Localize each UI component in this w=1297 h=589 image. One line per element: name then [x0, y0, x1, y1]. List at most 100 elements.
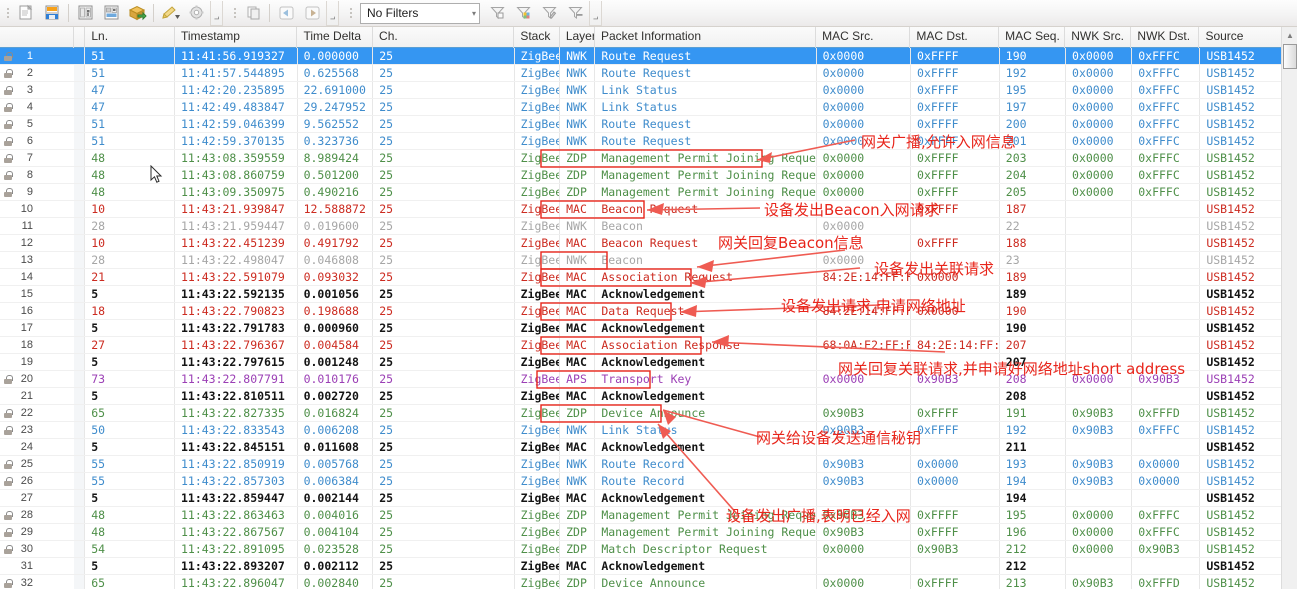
row-lock-cell[interactable]: 31 — [0, 558, 74, 574]
row-lock-cell[interactable]: 22 — [0, 405, 74, 421]
table-row[interactable]: 32 65 11:43:22.896047 0.002840 25 ZigBee ZDP De… — [0, 575, 1297, 589]
row-lock-cell[interactable]: 11 — [0, 218, 74, 234]
row-lock-cell[interactable]: 20 — [0, 371, 74, 387]
table-row[interactable]: 20 73 11:43:22.807791 0.010176 25 ZigBee APS Tr… — [0, 371, 1297, 388]
table-row[interactable]: 27 5 11:43:22.859447 0.002144 25 ZigBee MAC Ack… — [0, 490, 1297, 507]
column-header-mac-src[interactable]: MAC Src. — [816, 27, 911, 48]
row-lock-cell[interactable]: 7 — [0, 150, 74, 166]
table-row[interactable]: 16 18 11:43:22.790823 0.198688 25 ZigBee MAC Da… — [0, 303, 1297, 320]
table-row[interactable]: 1 51 11:41:56.919327 0.000000 25 ZigBee NWK Rou… — [0, 48, 1297, 65]
row-lock-cell[interactable]: 32 — [0, 575, 74, 589]
filter-locked-icon[interactable] — [484, 2, 510, 25]
row-lock-cell[interactable]: 9 — [0, 184, 74, 200]
table-row[interactable]: 22 65 11:43:22.827335 0.016824 25 ZigBee ZDP De… — [0, 405, 1297, 422]
table-row[interactable]: 2 51 11:41:57.544895 0.625568 25 ZigBee NWK Rou… — [0, 65, 1297, 82]
toolbar-overflow-button[interactable] — [210, 0, 223, 26]
table-row[interactable]: 15 5 11:43:22.592135 0.001056 25 ZigBee MAC Ack… — [0, 286, 1297, 303]
table-row[interactable]: 29 48 11:43:22.867567 0.004104 25 ZigBee ZDP Ma… — [0, 524, 1297, 541]
row-lock-cell[interactable]: 23 — [0, 422, 74, 438]
column-header-ln[interactable]: Ln. — [85, 27, 175, 48]
vertical-scrollbar[interactable]: ▲ — [1281, 27, 1297, 589]
column-header-lock[interactable] — [0, 27, 74, 48]
column-header-channel[interactable]: Ch. — [373, 27, 515, 48]
package-icon[interactable] — [124, 2, 150, 25]
column-header-nwk-src[interactable]: NWK Src. — [1065, 27, 1132, 48]
row-lock-cell[interactable]: 5 — [0, 116, 74, 132]
navigate-back-icon[interactable] — [273, 2, 299, 25]
copy-icon[interactable] — [240, 2, 266, 25]
navigate-forward-icon[interactable] — [299, 2, 325, 25]
row-lock-cell[interactable]: 8 — [0, 167, 74, 183]
row-lock-cell[interactable]: 6 — [0, 133, 74, 149]
row-lock-cell[interactable]: 4 — [0, 99, 74, 115]
filter-edit-icon[interactable] — [536, 2, 562, 25]
table-row[interactable]: 9 48 11:43:09.350975 0.490216 25 ZigBee ZDP Man… — [0, 184, 1297, 201]
column-header-stack[interactable]: Stack — [514, 27, 560, 48]
row-lock-cell[interactable]: 30 — [0, 541, 74, 557]
table-row[interactable]: 24 5 11:43:22.845151 0.011608 25 ZigBee MAC Ack… — [0, 439, 1297, 456]
clear-broom-icon[interactable] — [157, 2, 183, 25]
table-row[interactable]: 4 47 11:42:49.483847 29.247952 25 ZigBee NWK Li… — [0, 99, 1297, 116]
table-row[interactable]: 10 10 11:43:21.939847 12.588872 25 ZigBee MAC B… — [0, 201, 1297, 218]
row-lock-cell[interactable]: 26 — [0, 473, 74, 489]
table-row[interactable]: 31 5 11:43:22.893207 0.002112 25 ZigBee MAC Ack… — [0, 558, 1297, 575]
table-row[interactable]: 8 48 11:43:08.860759 0.501200 25 ZigBee ZDP Man… — [0, 167, 1297, 184]
table-row[interactable]: 14 21 11:43:22.591079 0.093032 25 ZigBee MAC As… — [0, 269, 1297, 286]
table-row[interactable]: 23 50 11:43:22.833543 0.006208 25 ZigBee NWK Li… — [0, 422, 1297, 439]
row-lock-cell[interactable]: 15 — [0, 286, 74, 302]
table-row[interactable]: 26 55 11:43:22.857303 0.006384 25 ZigBee NWK Ro… — [0, 473, 1297, 490]
column-header-timestamp[interactable]: Timestamp — [175, 27, 298, 48]
table-row[interactable]: 18 27 11:43:22.796367 0.004584 25 ZigBee MAC As… — [0, 337, 1297, 354]
row-lock-cell[interactable]: 2 — [0, 65, 74, 81]
row-lock-cell[interactable]: 10 — [0, 201, 74, 217]
capture-stop-icon[interactable] — [98, 2, 124, 25]
filter-colored-icon[interactable] — [510, 2, 536, 25]
row-lock-cell[interactable]: 17 — [0, 320, 74, 336]
filter-select[interactable]: No Filters ▾ — [360, 2, 480, 24]
table-row[interactable]: 17 5 11:43:22.791783 0.000960 25 ZigBee MAC Ack… — [0, 320, 1297, 337]
save-file-icon[interactable] — [39, 2, 65, 25]
row-lock-cell[interactable]: 3 — [0, 82, 74, 98]
toolbar-overflow-button[interactable] — [326, 0, 339, 26]
column-header-mac-dst[interactable]: MAC Dst. — [910, 27, 1000, 48]
table-row[interactable]: 12 10 11:43:22.451239 0.491792 25 ZigBee MAC Be… — [0, 235, 1297, 252]
toolbar-grip[interactable] — [4, 4, 11, 22]
toolbar-grip[interactable] — [231, 4, 238, 22]
column-header-time-delta[interactable]: Time Delta — [297, 27, 374, 48]
row-lock-cell[interactable]: 21 — [0, 388, 74, 404]
row-lock-cell[interactable]: 25 — [0, 456, 74, 472]
row-lock-cell[interactable]: 27 — [0, 490, 74, 506]
column-header-nwk-dst[interactable]: NWK Dst. — [1131, 27, 1200, 48]
toolbar-overflow-button[interactable] — [589, 0, 602, 26]
settings-gear-icon[interactable] — [183, 2, 209, 25]
row-lock-cell[interactable]: 29 — [0, 524, 74, 540]
row-lock-cell[interactable]: 1 — [0, 48, 74, 64]
row-lock-cell[interactable]: 28 — [0, 507, 74, 523]
table-row[interactable]: 30 54 11:43:22.891095 0.023528 25 ZigBee ZDP Ma… — [0, 541, 1297, 558]
row-lock-cell[interactable]: 16 — [0, 303, 74, 319]
row-lock-cell[interactable]: 13 — [0, 252, 74, 268]
table-row[interactable]: 19 5 11:43:22.797615 0.001248 25 ZigBee MAC Ack… — [0, 354, 1297, 371]
scrollbar-thumb[interactable] — [1283, 44, 1297, 69]
open-file-icon[interactable] — [13, 2, 39, 25]
table-row[interactable]: 25 55 11:43:22.850919 0.005768 25 ZigBee NWK Ro… — [0, 456, 1297, 473]
table-row[interactable]: 28 48 11:43:22.863463 0.004016 25 ZigBee ZDP Ma… — [0, 507, 1297, 524]
table-row[interactable]: 13 28 11:43:22.498047 0.046808 25 ZigBee NWK Be… — [0, 252, 1297, 269]
table-row[interactable]: 3 47 11:42:20.235895 22.691000 25 ZigBee NWK Li… — [0, 82, 1297, 99]
capture-start-icon[interactable] — [72, 2, 98, 25]
row-lock-cell[interactable]: 19 — [0, 354, 74, 370]
row-lock-cell[interactable]: 14 — [0, 269, 74, 285]
column-header-packet-information[interactable]: Packet Information — [595, 27, 817, 48]
table-row[interactable]: 6 51 11:42:59.370135 0.323736 25 ZigBee NWK Rou… — [0, 133, 1297, 150]
toolbar-grip[interactable] — [347, 4, 354, 22]
column-header-mac-seq[interactable]: MAC Seq. — [999, 27, 1066, 48]
row-lock-cell[interactable]: 12 — [0, 235, 74, 251]
column-header-layer[interactable]: Layer — [560, 27, 595, 48]
scroll-up-icon[interactable]: ▲ — [1282, 27, 1297, 43]
table-row[interactable]: 21 5 11:43:22.810511 0.002720 25 ZigBee MAC Ack… — [0, 388, 1297, 405]
row-lock-cell[interactable]: 24 — [0, 439, 74, 455]
table-row[interactable]: 11 28 11:43:21.959447 0.019600 25 ZigBee NWK Be… — [0, 218, 1297, 235]
filter-remove-icon[interactable] — [562, 2, 588, 25]
row-lock-cell[interactable]: 18 — [0, 337, 74, 353]
column-header-source[interactable]: Source — [1199, 27, 1290, 48]
